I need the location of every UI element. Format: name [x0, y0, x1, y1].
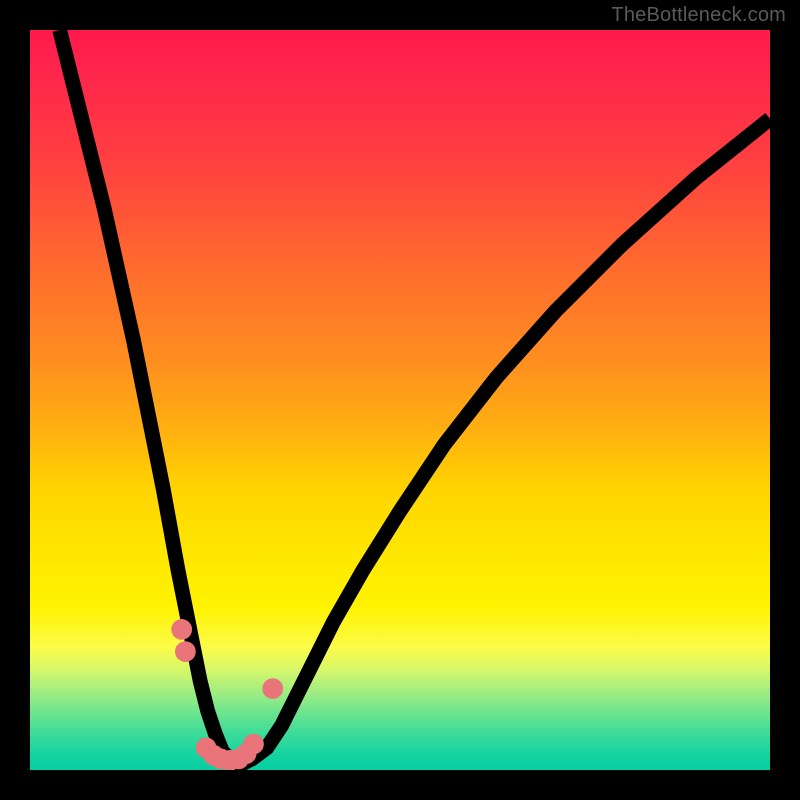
chart-svg — [30, 30, 770, 770]
marker-point — [171, 619, 192, 640]
marker-point — [262, 678, 283, 699]
watermark-text: TheBottleneck.com — [611, 4, 786, 27]
bottleneck-curve — [60, 30, 770, 763]
marker-point — [175, 641, 196, 662]
plot-area — [30, 30, 770, 770]
chart-frame: TheBottleneck.com — [0, 0, 800, 800]
marker-point — [243, 734, 264, 755]
